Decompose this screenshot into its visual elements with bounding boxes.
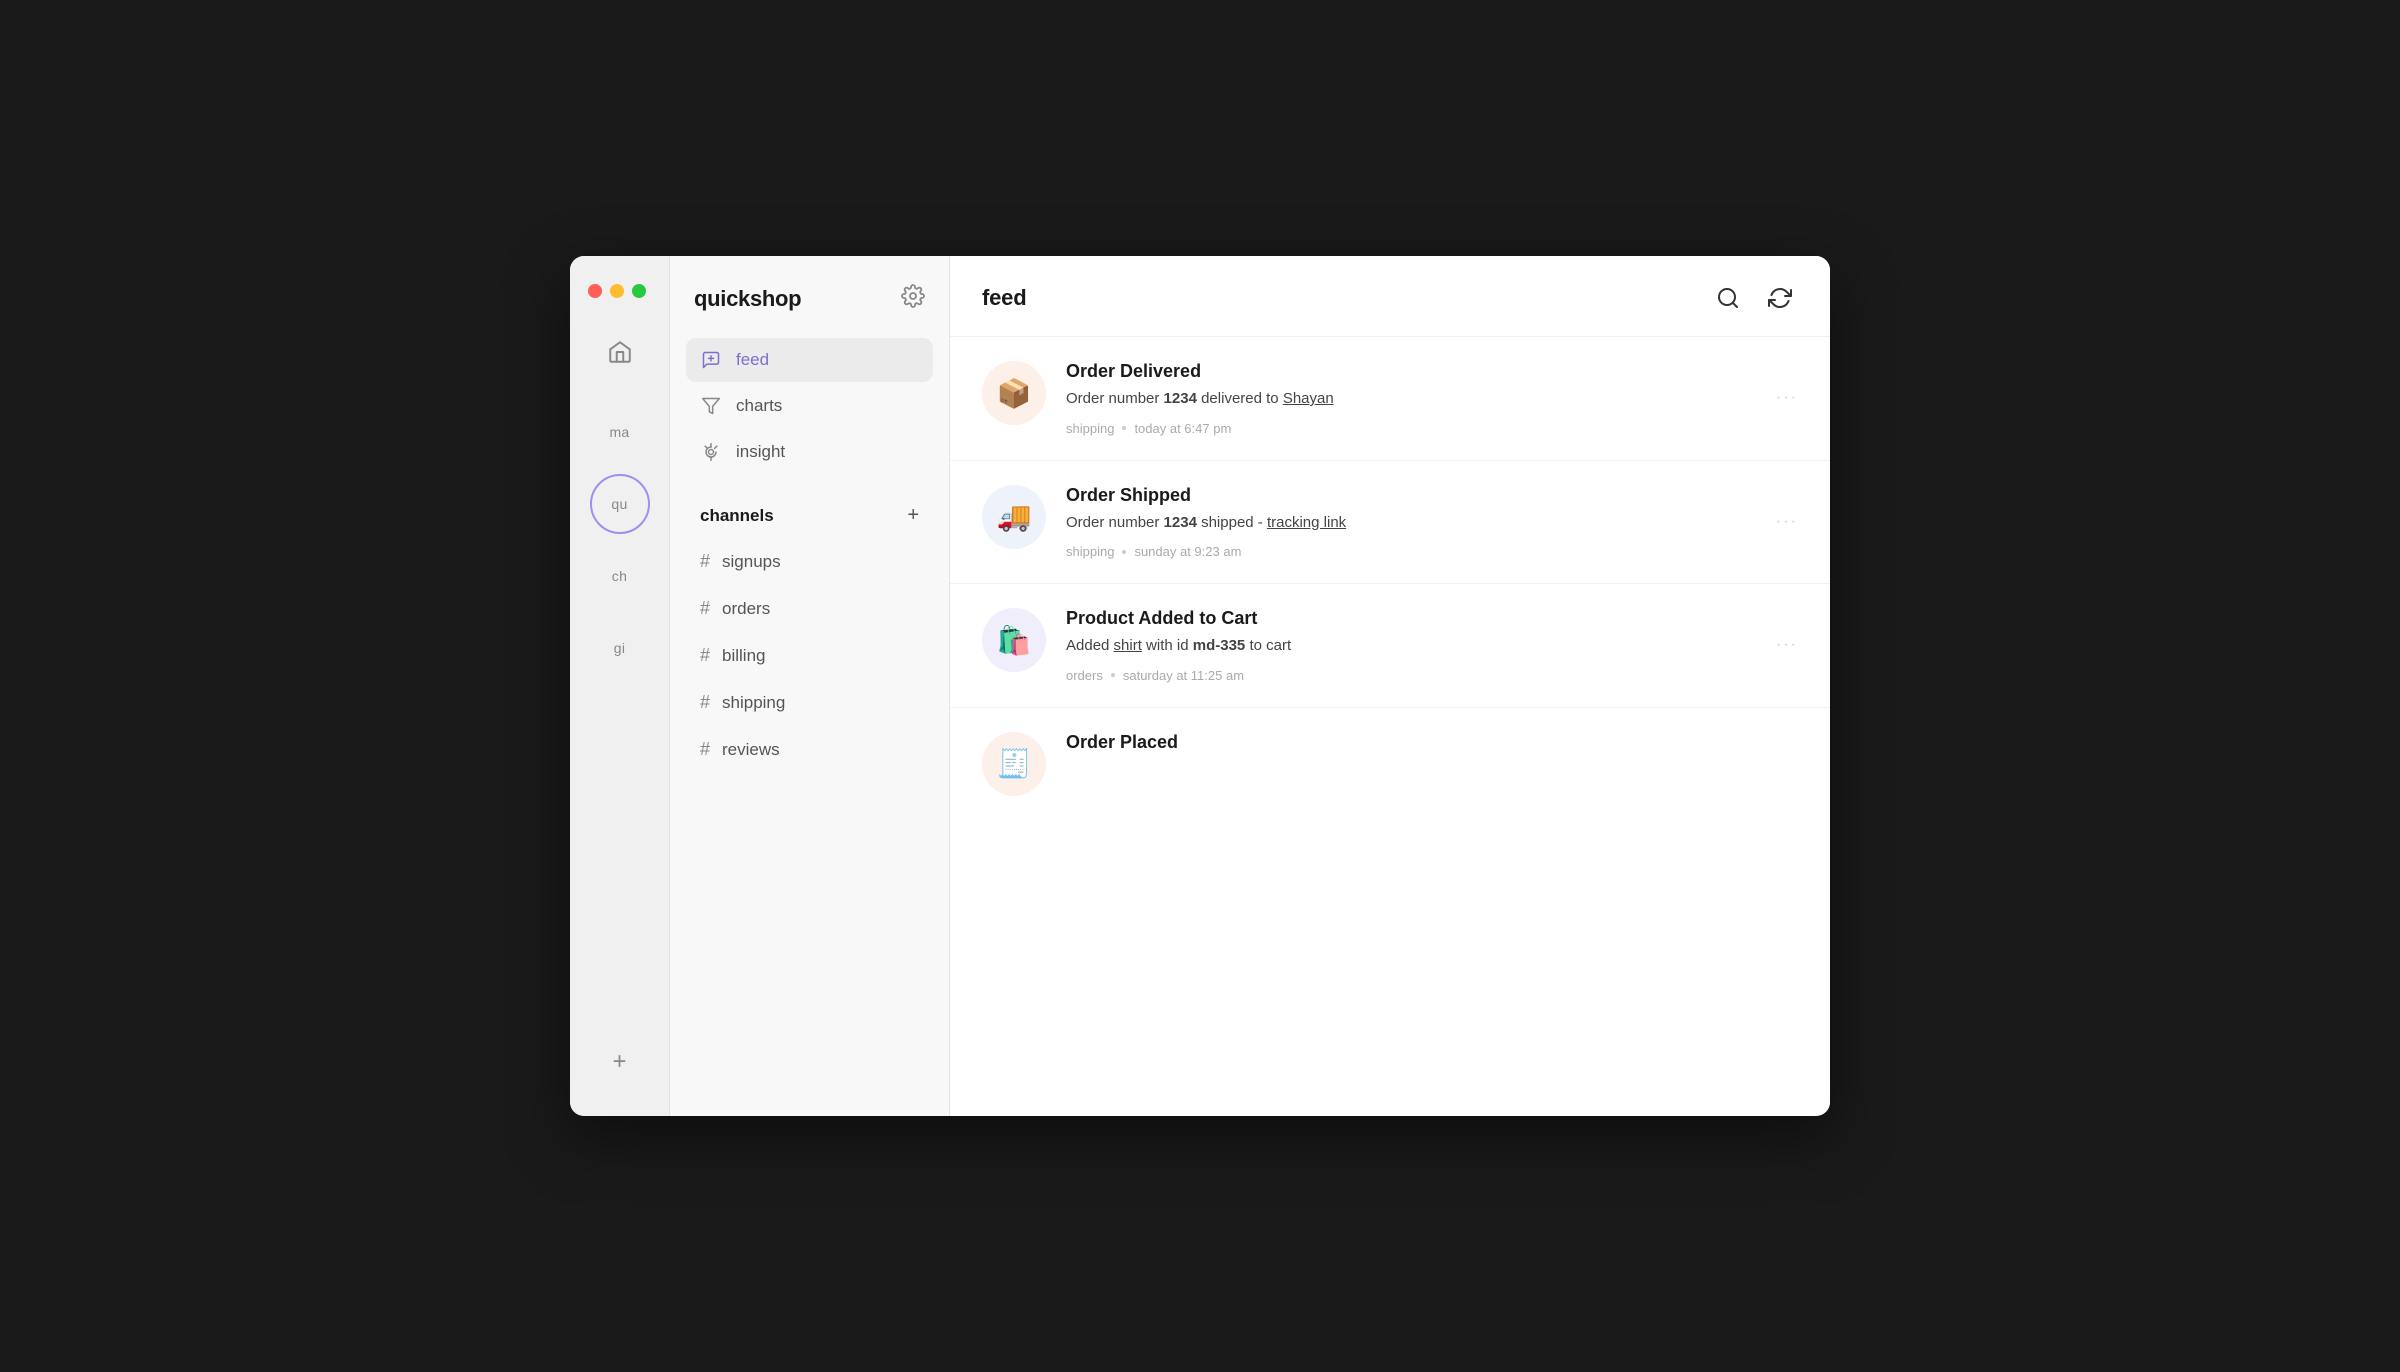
- hash-icon-signups: #: [700, 551, 710, 572]
- feed-event-title-cart: Product Added to Cart: [1066, 608, 1798, 629]
- main-content: feed: [950, 256, 1830, 1116]
- feed-item-content-cart: Product Added to Cart Added shirt with i…: [1066, 608, 1798, 683]
- feed-more-shipped[interactable]: ···: [1776, 513, 1798, 531]
- add-workspace-button[interactable]: +: [602, 1044, 638, 1080]
- main-header: feed: [950, 256, 1830, 337]
- settings-icon[interactable]: [901, 284, 925, 314]
- feed-event-desc-cart: Added shirt with id md-335 to cart: [1066, 635, 1798, 658]
- channel-label-shipping: shipping: [722, 693, 785, 713]
- sidebar-title: quickshop: [694, 286, 801, 312]
- feed-event-desc-delivered: Order number 1234 delivered to Shayan: [1066, 388, 1798, 411]
- channels-title: channels: [700, 506, 774, 526]
- channel-label-signups: signups: [722, 552, 781, 572]
- feed-dot-delivered: [1122, 426, 1126, 430]
- feed-dot-shipped: [1122, 550, 1126, 554]
- charts-icon: [700, 396, 722, 416]
- app-window: ma qu ch gi + quickshop: [570, 256, 1830, 1116]
- feed-time-delivered: today at 6:47 pm: [1134, 421, 1231, 436]
- add-channel-button[interactable]: +: [907, 504, 919, 527]
- channel-label-orders: orders: [722, 599, 770, 619]
- traffic-light-red[interactable]: [588, 284, 602, 298]
- feed-event-title-placed: Order Placed: [1066, 732, 1798, 753]
- feed-item-icon-placed: 🧾: [982, 732, 1046, 796]
- feed-item-content-delivered: Order Delivered Order number 1234 delive…: [1066, 361, 1798, 436]
- feed-channel-shipped: shipping: [1066, 544, 1114, 559]
- sidebar-item-feed[interactable]: feed: [686, 338, 933, 382]
- hash-icon-billing: #: [700, 645, 710, 666]
- feed-item-icon-cart: 🛍️: [982, 608, 1046, 672]
- sidebar-feed-label: feed: [736, 350, 769, 370]
- rail-workspace-gi[interactable]: gi: [590, 618, 650, 678]
- hash-icon-shipping: #: [700, 692, 710, 713]
- channels-section: channels + # signups # orders # billing …: [686, 496, 933, 774]
- sidebar-charts-label: charts: [736, 396, 782, 416]
- insight-icon: [700, 442, 722, 462]
- rail-home-icon[interactable]: [590, 322, 650, 382]
- header-actions: [1710, 280, 1798, 316]
- hash-icon-orders: #: [700, 598, 710, 619]
- feed-event-title-delivered: Order Delivered: [1066, 361, 1798, 382]
- sidebar: quickshop feed: [670, 256, 950, 1116]
- refresh-button[interactable]: [1762, 280, 1798, 316]
- rail-workspace-qu[interactable]: qu: [590, 474, 650, 534]
- feed-item-order-shipped: 🚚 Order Shipped Order number 1234 shippe…: [950, 461, 1830, 585]
- feed-channel-cart: orders: [1066, 668, 1103, 683]
- feed-meta-shipped: shipping sunday at 9:23 am: [1066, 544, 1798, 559]
- traffic-light-yellow[interactable]: [610, 284, 624, 298]
- feed-dot-cart: [1111, 673, 1115, 677]
- feed-meta-cart: orders saturday at 11:25 am: [1066, 668, 1798, 683]
- channel-label-billing: billing: [722, 646, 765, 666]
- feed-item-product-cart: 🛍️ Product Added to Cart Added shirt wit…: [950, 584, 1830, 708]
- feed-time-cart: saturday at 11:25 am: [1123, 668, 1244, 683]
- search-button[interactable]: [1710, 280, 1746, 316]
- feed-event-title-shipped: Order Shipped: [1066, 485, 1798, 506]
- traffic-light-green[interactable]: [632, 284, 646, 298]
- hash-icon-reviews: #: [700, 739, 710, 760]
- main-title: feed: [982, 285, 1026, 311]
- feed-meta-delivered: shipping today at 6:47 pm: [1066, 421, 1798, 436]
- feed-list: 📦 Order Delivered Order number 1234 deli…: [950, 337, 1830, 1116]
- sidebar-item-charts[interactable]: charts: [686, 384, 933, 428]
- sidebar-header: quickshop: [686, 284, 933, 314]
- feed-item-content-shipped: Order Shipped Order number 1234 shipped …: [1066, 485, 1798, 560]
- rail-workspace-ch[interactable]: ch: [590, 546, 650, 606]
- sidebar-insight-label: insight: [736, 442, 785, 462]
- channel-item-shipping[interactable]: # shipping: [686, 680, 933, 725]
- feed-item-order-delivered: 📦 Order Delivered Order number 1234 deli…: [950, 337, 1830, 461]
- channel-label-reviews: reviews: [722, 740, 780, 760]
- sidebar-item-insight[interactable]: insight: [686, 430, 933, 474]
- feed-item-icon-shipped: 🚚: [982, 485, 1046, 549]
- feed-more-delivered[interactable]: ···: [1776, 389, 1798, 407]
- feed-item-content-placed: Order Placed: [1066, 732, 1798, 759]
- feed-item-order-placed: 🧾 Order Placed: [950, 708, 1830, 806]
- channel-item-reviews[interactable]: # reviews: [686, 727, 933, 772]
- feed-item-icon-delivered: 📦: [982, 361, 1046, 425]
- feed-event-desc-shipped: Order number 1234 shipped - tracking lin…: [1066, 512, 1798, 535]
- channel-item-billing[interactable]: # billing: [686, 633, 933, 678]
- feed-more-cart[interactable]: ···: [1776, 636, 1798, 654]
- rail-workspace-ma[interactable]: ma: [590, 402, 650, 462]
- channel-item-orders[interactable]: # orders: [686, 586, 933, 631]
- channel-item-signups[interactable]: # signups: [686, 539, 933, 584]
- feed-channel-delivered: shipping: [1066, 421, 1114, 436]
- feed-time-shipped: sunday at 9:23 am: [1134, 544, 1241, 559]
- feed-icon: [700, 350, 722, 370]
- traffic-lights: [570, 284, 646, 298]
- channels-header: channels +: [686, 496, 933, 535]
- icon-rail: ma qu ch gi +: [570, 256, 670, 1116]
